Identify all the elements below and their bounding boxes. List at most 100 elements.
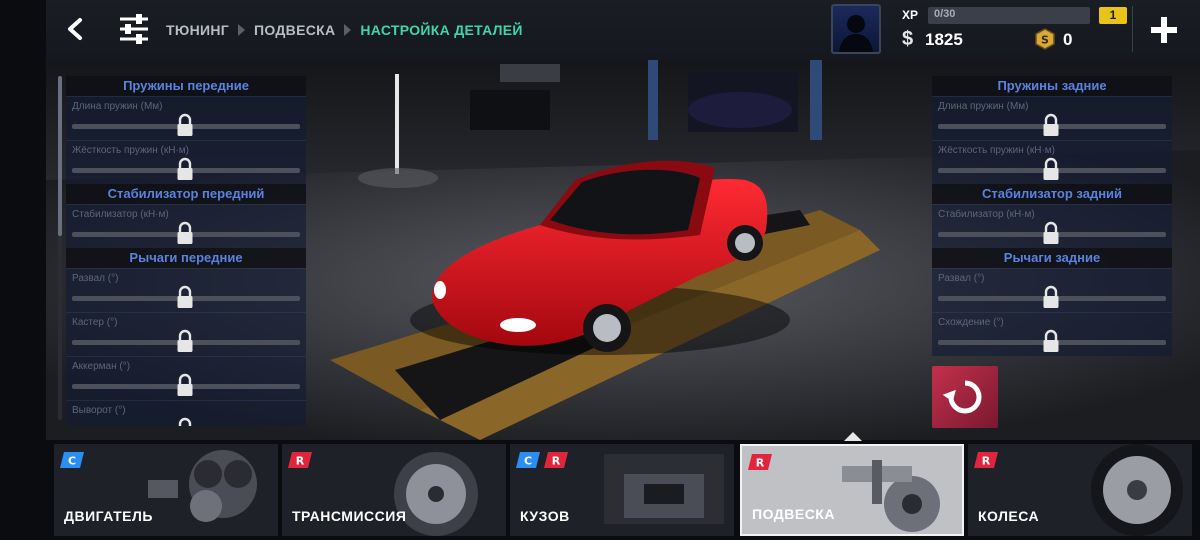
locked-setting-slider[interactable]: Аккерман (°) (66, 356, 306, 400)
divider (1132, 6, 1133, 52)
category-name: КУЗОВ (520, 508, 570, 524)
sliders-icon[interactable] (114, 8, 154, 50)
class-c-badge-icon: C (516, 452, 540, 468)
lock-icon (177, 113, 193, 136)
breadcrumb: ТЮНИНГ ПОДВЕСКА НАСТРОЙКА ДЕТАЛЕЙ (166, 20, 523, 40)
breadcrumb-arrow-icon (238, 24, 246, 36)
setting-label: Аккерман (°) (72, 361, 131, 372)
lock-icon (1043, 285, 1059, 308)
gold-amount: 0 (1063, 30, 1073, 49)
section-title: Пружины передние (66, 76, 306, 96)
locked-setting-slider[interactable]: Длина пружин (Мм) (66, 96, 306, 140)
gold-coin-icon: S (1035, 28, 1055, 50)
breadcrumb-tuning[interactable]: ТЮНИНГ (166, 22, 229, 38)
locked-setting-slider[interactable]: Жёсткость пружин (кН·м) (932, 140, 1172, 184)
category-name: ДВИГАТЕЛЬ (64, 508, 153, 524)
lock-icon (1043, 221, 1059, 244)
locked-setting-slider[interactable]: Жёсткость пружин (кН·м) (66, 140, 306, 184)
setting-label: Стабилизатор (кН·м) (938, 209, 1035, 220)
category-card[interactable]: C R КУЗОВ (510, 444, 734, 536)
locked-setting-slider[interactable]: Стабилизатор (кН·м) (932, 204, 1172, 248)
reset-button[interactable] (932, 366, 998, 428)
setting-label: Стабилизатор (кН·м) (72, 209, 169, 220)
lock-icon (177, 373, 193, 396)
section-title: Рычаги задние (932, 248, 1172, 268)
class-badges: R (288, 452, 312, 468)
setting-label: Длина пружин (Мм) (72, 101, 163, 112)
lock-icon (1043, 113, 1059, 136)
setting-label: Длина пружин (Мм) (938, 101, 1029, 112)
section-title: Стабилизатор передний (66, 184, 306, 204)
locked-setting-slider[interactable]: Развал (°) (66, 268, 306, 312)
locked-setting-slider[interactable]: Стабилизатор (кН·м) (66, 204, 306, 248)
lock-icon (1043, 157, 1059, 180)
class-r-badge-icon: R (748, 454, 772, 470)
locked-setting-slider[interactable]: Схождение (°) (932, 312, 1172, 356)
player-profile: XP 0/30 1 $ 1825 S 0 (829, 0, 1129, 60)
avatar[interactable] (831, 4, 881, 54)
left-panel-scrollbar[interactable] (58, 76, 62, 420)
breadcrumb-part-settings: НАСТРОЙКА ДЕТАЛЕЙ (360, 22, 523, 38)
reset-icon (942, 380, 982, 414)
locked-setting-slider[interactable]: Длина пружин (Мм) (932, 96, 1172, 140)
class-c-badge-icon: C (60, 452, 84, 468)
class-r-badge-icon: R (288, 452, 312, 468)
breadcrumb-arrow-icon (344, 24, 352, 36)
scrollbar-thumb[interactable] (58, 76, 62, 236)
front-settings-list: Пружины передние Длина пружин (Мм) Жёсткос… (66, 76, 306, 426)
setting-label: Развал (°) (72, 273, 119, 284)
svg-text:R: R (296, 455, 305, 468)
xp-progress-bar: 0/30 (928, 7, 1090, 24)
money-amount: 1825 (925, 30, 963, 49)
front-suspension-panel: Пружины передние Длина пружин (Мм) Жёсткос… (66, 76, 306, 426)
lock-icon (1043, 329, 1059, 352)
selected-indicator-icon (844, 432, 862, 441)
part-image (1091, 444, 1183, 536)
setting-label: Схождение (°) (938, 317, 1004, 328)
xp-value: 0/30 (934, 8, 956, 20)
locked-setting-slider[interactable]: Развал (°) (932, 268, 1172, 312)
part-image (842, 460, 940, 532)
svg-text:S: S (1041, 34, 1049, 47)
chevron-left-icon[interactable] (58, 8, 92, 50)
setting-label: Выворот (°) (72, 405, 126, 416)
svg-text:C: C (68, 455, 76, 468)
svg-text:R: R (982, 455, 991, 468)
class-badges: R (748, 454, 772, 470)
setting-label: Жёсткость пружин (кН·м) (72, 145, 190, 156)
setting-label: Жёсткость пружин (кН·м) (938, 145, 1056, 156)
svg-text:C: C (524, 455, 532, 468)
category-card[interactable]: R КОЛЕСА (968, 444, 1192, 536)
section-title: Рычаги передние (66, 248, 306, 268)
part-image (604, 454, 724, 524)
category-card[interactable]: R ПОДВЕСКА (740, 444, 964, 536)
section-title: Стабилизатор задний (932, 184, 1172, 204)
category-card[interactable]: C ДВИГАТЕЛЬ (54, 444, 278, 536)
class-badges: CR (516, 452, 568, 468)
setting-label: Кастер (°) (72, 317, 118, 328)
plus-icon[interactable] (1144, 10, 1184, 50)
category-bar: C ДВИГАТЕЛЬ R ТРАНСМИССИЯ C R КУЗОВ R ПОДВЕСКА R К… (54, 444, 1200, 536)
lock-icon (177, 329, 193, 352)
class-badges: C (60, 452, 84, 468)
category-name: ТРАНСМИССИЯ (292, 508, 407, 524)
locked-setting-slider[interactable]: Выворот (°) (66, 400, 306, 426)
lock-icon (177, 157, 193, 180)
silhouette-icon (839, 15, 873, 52)
top-bar: ТЮНИНГ ПОДВЕСКА НАСТРОЙКА ДЕТАЛЕЙ XP 0/3… (46, 0, 1200, 60)
class-r-badge-icon: R (974, 452, 998, 468)
lock-icon (177, 221, 193, 244)
locked-setting-slider[interactable]: Кастер (°) (66, 312, 306, 356)
breadcrumb-suspension[interactable]: ПОДВЕСКА (254, 22, 335, 38)
section-title: Пружины задние (932, 76, 1172, 96)
lock-icon (178, 417, 192, 426)
category-name: КОЛЕСА (978, 508, 1040, 524)
level-badge: 1 (1099, 7, 1127, 24)
xp-label: XP (902, 8, 919, 22)
category-card[interactable]: R ТРАНСМИССИЯ (282, 444, 506, 536)
svg-text:R: R (552, 455, 561, 468)
setting-label: Развал (°) (938, 273, 985, 284)
class-r-badge-icon: R (544, 452, 568, 468)
svg-text:R: R (756, 457, 765, 470)
lock-icon (177, 285, 193, 308)
